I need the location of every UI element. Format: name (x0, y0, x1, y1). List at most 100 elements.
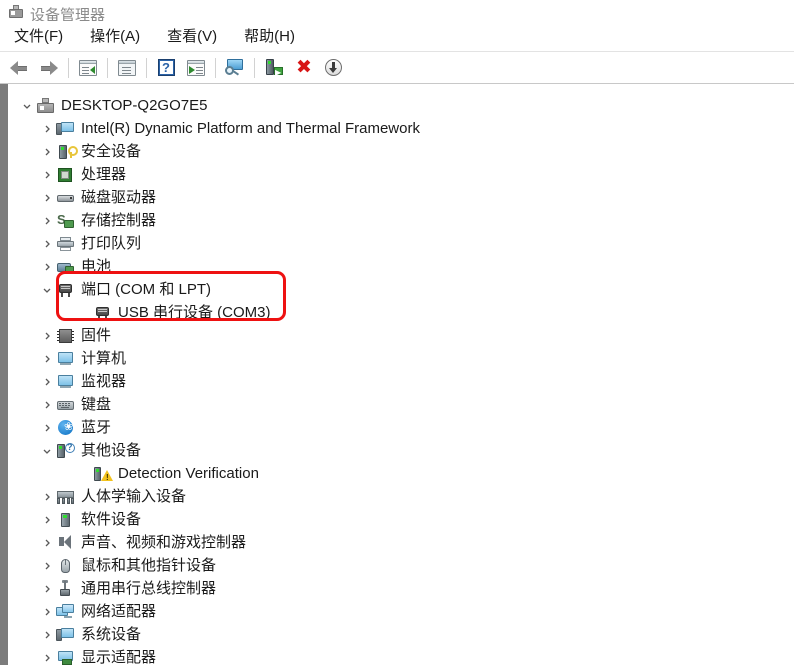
chevron-right-icon[interactable] (39, 650, 55, 665)
toolbar-enable-device[interactable]: ▶ (259, 55, 289, 81)
computer-icon (36, 97, 55, 115)
chevron-right-icon[interactable] (39, 190, 55, 206)
unknown-device-warning-icon: ! (93, 465, 113, 483)
security-device-icon (56, 143, 78, 161)
show-hidden-devices-icon (118, 59, 136, 76)
chevron-right-icon[interactable] (39, 236, 55, 252)
tree-item-detection-verification[interactable]: ! Detection Verification (8, 462, 794, 485)
help-icon: ? (157, 59, 175, 76)
tree-item-firmware[interactable]: 固件 (8, 324, 794, 347)
chevron-down-icon[interactable] (39, 282, 55, 298)
chevron-right-icon[interactable] (39, 144, 55, 160)
chevron-right-icon[interactable] (39, 351, 55, 367)
tree-item-intel-dptf[interactable]: Intel(R) Dynamic Platform and Thermal Fr… (8, 117, 794, 140)
tree-item-usb-controllers[interactable]: 通用串行总线控制器 (8, 577, 794, 600)
tree-item-sound-video-game[interactable]: 声音、视频和游戏控制器 (8, 531, 794, 554)
tree-item-system-devices[interactable]: 系统设备 (8, 623, 794, 646)
chevron-right-icon[interactable] (39, 121, 55, 137)
toolbar-help[interactable]: ? (151, 55, 181, 81)
toolbar-forward[interactable] (34, 55, 64, 81)
port-icon (93, 304, 112, 322)
tree-item-label: USB 串行设备 (COM3) (118, 303, 271, 321)
tree-item-label: 处理器 (81, 165, 127, 183)
toolbar-uninstall-device[interactable]: ✖ (289, 55, 319, 81)
battery-icon (56, 258, 75, 276)
network-adapter-icon (56, 603, 75, 621)
display-adapter-icon (56, 649, 75, 665)
port-icon (56, 281, 75, 299)
bluetooth-icon: ❀ (56, 419, 75, 437)
chevron-right-icon[interactable] (39, 581, 55, 597)
tree-item-print-queues[interactable]: 打印队列 (8, 232, 794, 255)
toolbar-properties[interactable] (73, 55, 103, 81)
disk-drive-icon (56, 189, 75, 207)
system-devices-icon (56, 626, 75, 644)
chevron-right-icon[interactable] (39, 374, 55, 390)
properties-icon (79, 59, 97, 76)
tree-item-mice[interactable]: 鼠标和其他指针设备 (8, 554, 794, 577)
chevron-right-icon[interactable] (39, 535, 55, 551)
hid-icon (56, 488, 75, 506)
tree-item-processors[interactable]: 处理器 (8, 163, 794, 186)
chevron-down-icon[interactable] (39, 443, 55, 459)
tree-item-security-devices[interactable]: 安全设备 (8, 140, 794, 163)
tree-item-display-adapters[interactable]: 显示适配器 (8, 646, 794, 665)
toolbar: ? ▶ ✖ (0, 52, 794, 84)
tree-item-bluetooth[interactable]: ❀ 蓝牙 (8, 416, 794, 439)
keyboard-icon (56, 396, 75, 414)
disable-device-icon (325, 58, 343, 77)
update-driver-icon (187, 59, 205, 76)
tree-item-software-devices[interactable]: 软件设备 (8, 508, 794, 531)
tree-item-keyboards[interactable]: 键盘 (8, 393, 794, 416)
chevron-right-icon[interactable] (39, 604, 55, 620)
chevron-right-icon[interactable] (39, 328, 55, 344)
chevron-right-icon[interactable] (39, 558, 55, 574)
toolbar-disable-device[interactable] (319, 55, 349, 81)
menu-help[interactable]: 帮助(H) (238, 25, 305, 48)
menu-file[interactable]: 文件(F) (8, 25, 73, 48)
tree-item-batteries[interactable]: 电池 (8, 255, 794, 278)
tree-item-label: 显示适配器 (81, 648, 157, 665)
tree-item-label: 通用串行总线控制器 (81, 579, 217, 597)
chevron-right-icon[interactable] (39, 627, 55, 643)
toolbar-show-hidden[interactable] (112, 55, 142, 81)
device-manager-window: 设备管理器 文件(F) 操作(A) 查看(V) 帮助(H) ? ▶ ✖ DESK… (0, 0, 794, 665)
tree-item-label: 其他设备 (81, 441, 142, 459)
tree-item-label: 存储控制器 (81, 211, 157, 229)
menu-action[interactable]: 操作(A) (84, 25, 150, 48)
sound-video-game-icon (56, 534, 75, 552)
chevron-right-icon[interactable] (39, 397, 55, 413)
tree-item-label: 打印队列 (81, 234, 142, 252)
mouse-icon (56, 557, 75, 575)
toolbar-update-driver[interactable] (181, 55, 211, 81)
chevron-right-icon[interactable] (39, 213, 55, 229)
tree-item-label: Detection Verification (118, 464, 259, 482)
tree-item-monitors[interactable]: 监视器 (8, 370, 794, 393)
toolbar-back[interactable] (4, 55, 34, 81)
chevron-right-icon[interactable] (39, 512, 55, 528)
tree-item-storage-controllers[interactable]: S 存储控制器 (8, 209, 794, 232)
computer-node-icon (56, 350, 75, 368)
chevron-right-icon[interactable] (39, 489, 55, 505)
chevron-right-icon[interactable] (39, 259, 55, 275)
tree-item-hid[interactable]: 人体学输入设备 (8, 485, 794, 508)
tree-item-ports[interactable]: 端口 (COM 和 LPT) (8, 278, 794, 301)
tree-item-label: 声音、视频和游戏控制器 (81, 533, 247, 551)
menu-view[interactable]: 查看(V) (161, 25, 227, 48)
tree-item-disk-drives[interactable]: 磁盘驱动器 (8, 186, 794, 209)
chevron-right-icon[interactable] (39, 167, 55, 183)
device-tree: DESKTOP-Q2GO7E5 Intel(R) Dynamic Platfor… (8, 85, 794, 665)
tree-item-usb-serial-device[interactable]: USB 串行设备 (COM3) (8, 301, 794, 324)
toolbar-scan-changes[interactable] (220, 55, 250, 81)
tree-item-network-adapters[interactable]: 网络适配器 (8, 600, 794, 623)
tree-item-label: 磁盘驱动器 (81, 188, 157, 206)
uninstall-device-icon: ✖ (296, 57, 312, 78)
chevron-down-icon[interactable] (19, 98, 35, 114)
device-tree-pane[interactable]: DESKTOP-Q2GO7E5 Intel(R) Dynamic Platfor… (8, 84, 794, 665)
tree-item-root[interactable]: DESKTOP-Q2GO7E5 (8, 94, 794, 117)
chevron-right-icon[interactable] (39, 420, 55, 436)
tree-item-other-devices[interactable]: ? 其他设备 (8, 439, 794, 462)
toolbar-separator-1 (68, 57, 69, 78)
tree-item-computer[interactable]: 计算机 (8, 347, 794, 370)
software-device-icon (56, 511, 75, 529)
